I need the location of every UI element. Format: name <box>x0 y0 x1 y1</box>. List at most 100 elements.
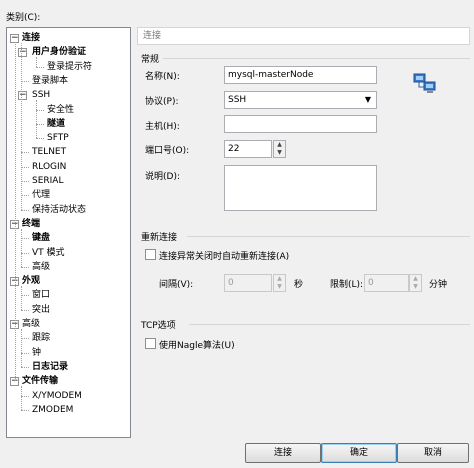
tree-connector <box>21 352 29 354</box>
protocol-label: 协议(P): <box>145 97 179 107</box>
tree-item-label: 突出 <box>32 304 51 315</box>
tree-item-label: ZMODEM <box>32 404 74 415</box>
description-input[interactable] <box>224 165 377 211</box>
tree-item[interactable]: − 文件传输 <box>7 374 130 388</box>
tree-item-label: 窗口 <box>32 290 51 301</box>
tree-item[interactable]: − 终端 <box>7 217 130 231</box>
chevron-down-icon[interactable]: ▼ <box>361 93 375 107</box>
tree-item[interactable]: 高级 <box>7 260 130 274</box>
tree-item[interactable]: 跟踪 <box>7 331 130 345</box>
tree-item-label: 连接 <box>22 33 41 43</box>
tree-item[interactable]: 窗口 <box>7 288 130 302</box>
tree-connector <box>21 209 29 211</box>
tree-connector <box>36 57 37 67</box>
interval-input[interactable]: 0 <box>224 274 272 292</box>
tree-item[interactable]: − 连接 <box>7 31 130 45</box>
spin-up-icon[interactable]: ▲ <box>274 141 285 149</box>
tree-item[interactable]: ZMODEM <box>7 403 130 417</box>
tree-connector <box>21 166 29 168</box>
tree-connector <box>36 138 44 140</box>
tree-item[interactable]: 隧道 <box>7 117 130 131</box>
tree-item-label: 外观 <box>22 276 41 287</box>
tree-item[interactable]: 代理 <box>7 188 130 202</box>
spin-up-icon[interactable]: ▲ <box>274 275 285 283</box>
tree-item[interactable]: 登录脚本 <box>7 74 130 88</box>
tree-item-label: 文件传输 <box>22 376 59 387</box>
tree-item-label: 高级 <box>22 319 41 329</box>
tree-connector <box>36 123 44 125</box>
tree-connector <box>36 66 44 68</box>
tree-item[interactable]: 安全性 <box>7 103 130 117</box>
protocol-select-value: SSH <box>228 95 247 105</box>
tree-item[interactable]: X/YMODEM <box>7 389 130 403</box>
tree-item[interactable]: 保持活动状态 <box>7 203 130 217</box>
tree-item-label: SSH <box>32 90 51 101</box>
spin-down-icon[interactable]: ▼ <box>410 283 421 291</box>
tree-item[interactable]: SERIAL <box>7 174 130 188</box>
port-spinner[interactable]: ▲ ▼ <box>273 140 286 158</box>
port-label: 端口号(O): <box>145 146 190 156</box>
tree-item[interactable]: − SSH <box>7 88 130 102</box>
tree-item-label: X/YMODEM <box>32 390 82 401</box>
tree-item[interactable]: TELNET <box>7 145 130 159</box>
tree-connector <box>21 228 22 267</box>
tree-item[interactable]: VT 模式 <box>7 246 130 260</box>
tree-connector <box>36 109 44 111</box>
interval-unit: 秒 <box>294 280 304 290</box>
tree-item-label: SERIAL <box>32 176 64 186</box>
tree-connector <box>21 266 29 268</box>
port-input[interactable]: 22 <box>224 140 272 158</box>
tree-item[interactable]: − 用户身份验证 <box>7 45 130 59</box>
tree-item[interactable]: 键盘 <box>7 231 130 245</box>
tree-item-label: 隧道 <box>47 118 66 129</box>
spin-down-icon[interactable]: ▼ <box>274 149 285 157</box>
tree-item-label: 保持活动状态 <box>32 204 87 215</box>
collapse-toggle-icon[interactable]: − <box>18 48 27 58</box>
cancel-button[interactable]: 取消 <box>397 443 469 463</box>
general-group-label: 常规 <box>141 55 160 65</box>
tree-item[interactable]: − 外观 <box>7 274 130 288</box>
tree-connector <box>21 338 29 340</box>
tree-item-label: 用户身份验证 <box>32 47 87 58</box>
category-tree[interactable]: − 连接 − 用户身份验证 登录提示符 登录脚本 − SSH 安全性 隧道 SFTP TELNET RL… <box>6 27 131 438</box>
spin-up-icon[interactable]: ▲ <box>410 275 421 283</box>
tree-connector <box>21 252 29 254</box>
tree-item[interactable]: 突出 <box>7 303 130 317</box>
ok-button[interactable]: 确定 <box>321 443 397 463</box>
tree-connector <box>21 181 29 182</box>
host-input[interactable] <box>224 115 377 133</box>
tree-connector <box>21 43 22 210</box>
tree-connector <box>21 386 22 410</box>
spin-down-icon[interactable]: ▼ <box>274 283 285 291</box>
tree-item-label: 键盘 <box>32 233 51 244</box>
tree-item-label: 终端 <box>22 218 41 229</box>
tree-item[interactable]: 登录提示符 <box>7 60 130 74</box>
tree-connector <box>21 309 29 311</box>
tree-item-label: 钟 <box>32 347 42 358</box>
tree-item-label: 登录提示符 <box>47 61 93 72</box>
limit-spinner[interactable]: ▲ ▼ <box>409 274 422 292</box>
limit-input[interactable]: 0 <box>364 274 409 292</box>
limit-label: 限制(L): <box>330 280 364 290</box>
tree-item[interactable]: 钟 <box>7 346 130 360</box>
tree-connector <box>21 409 29 411</box>
category-label: 类别(C): <box>6 13 41 23</box>
tree-item-label: TELNET <box>32 147 67 158</box>
connect-button[interactable]: 连接 <box>245 443 321 463</box>
tree-item[interactable]: SFTP <box>7 131 130 145</box>
tree-item[interactable]: RLOGIN <box>7 160 130 174</box>
auto-reconnect-checkbox[interactable] <box>145 249 156 260</box>
tree-item-label: RLOGIN <box>32 161 67 172</box>
tree-item-label: SFTP <box>47 133 69 144</box>
name-input[interactable]: mysql-masterNode <box>224 66 377 84</box>
tree-item-label: 跟踪 <box>32 333 51 344</box>
tree-connector <box>21 395 29 397</box>
protocol-select[interactable]: SSH ▼ <box>224 91 377 109</box>
tree-item[interactable]: 日志记录 <box>7 360 130 374</box>
tree-item-label: 高级 <box>32 261 51 272</box>
interval-spinner[interactable]: ▲ ▼ <box>273 274 286 292</box>
tree-item[interactable]: − 高级 <box>7 317 130 331</box>
collapse-toggle-icon[interactable]: − <box>18 91 27 101</box>
nagle-checkbox[interactable] <box>145 338 156 349</box>
tree-connector <box>15 42 16 382</box>
